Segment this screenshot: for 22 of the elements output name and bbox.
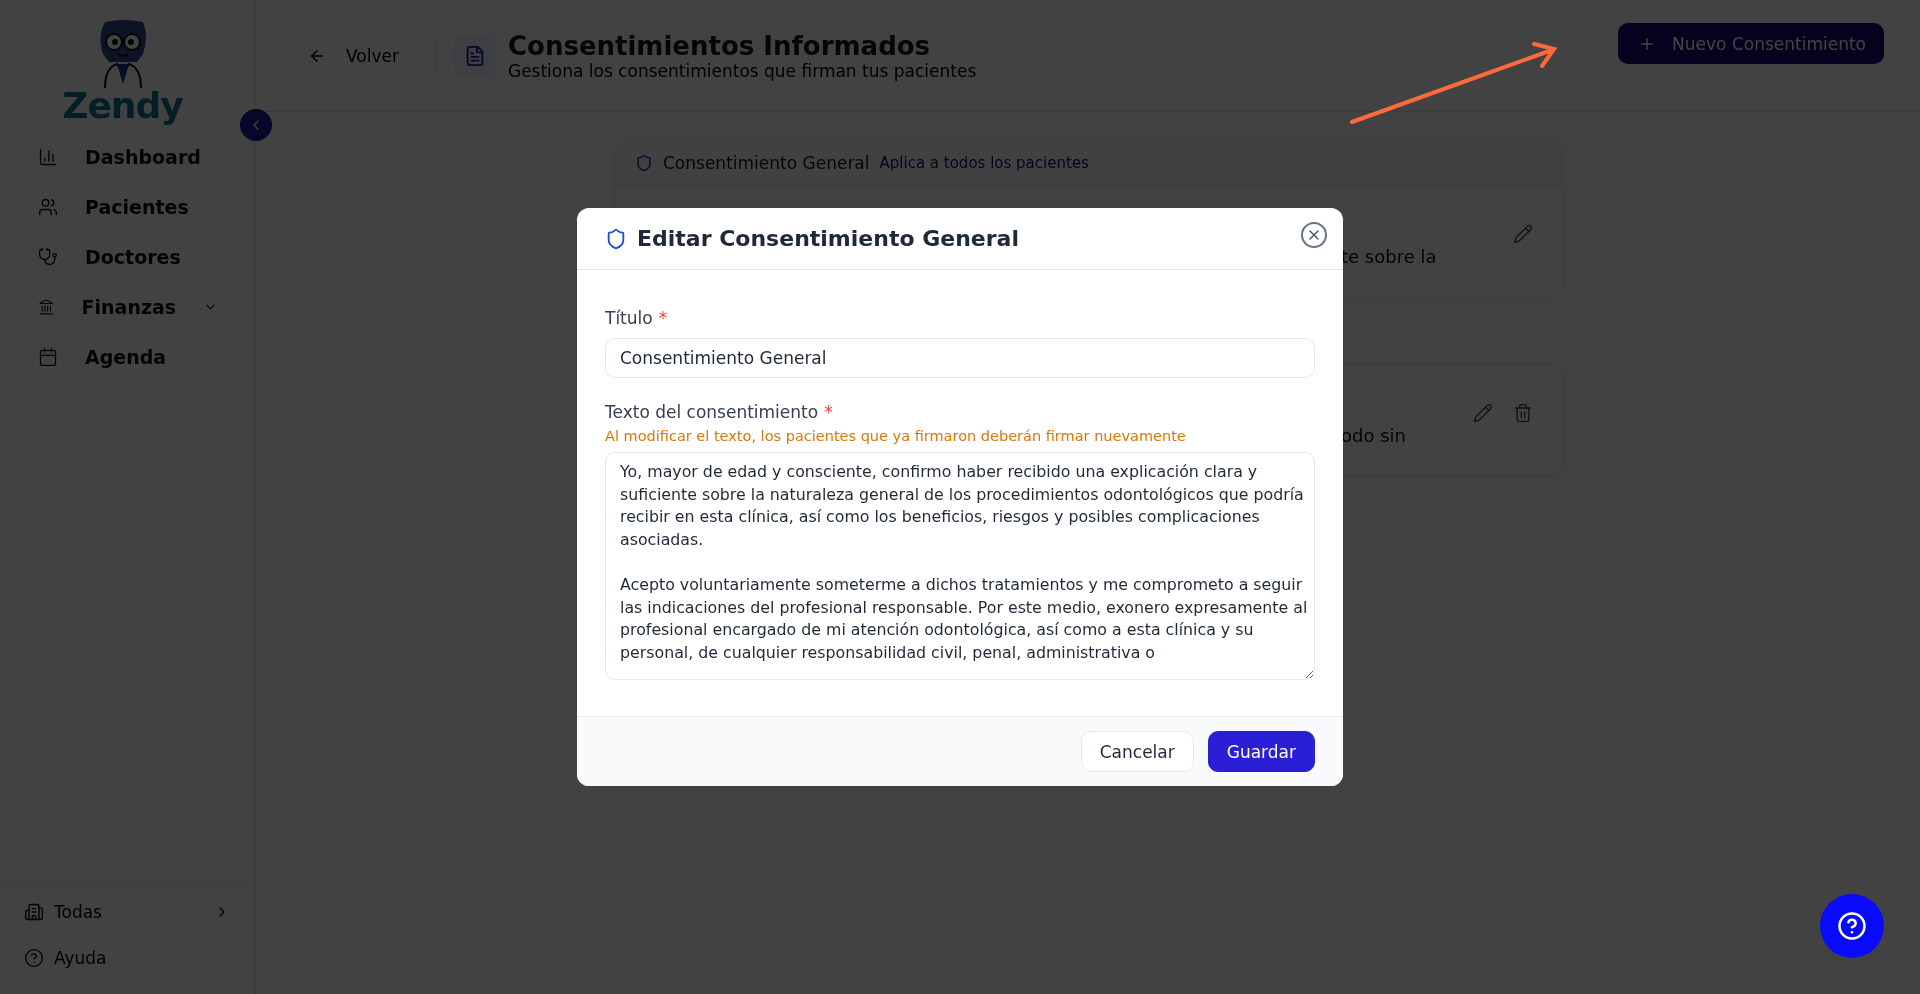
shield-icon	[605, 227, 627, 250]
required-mark: *	[658, 308, 668, 328]
card-text: odo sin	[1341, 424, 1407, 446]
required-mark: *	[824, 402, 833, 422]
field-hint: Al modificar el texto, los pacientes que ya firmaron deberán firmar nuevamente	[605, 428, 1187, 444]
back-label: Volver	[346, 45, 399, 66]
field-label: Título	[605, 308, 653, 328]
textarea-field[interactable]: Yo, mayor de edad y consciente, confirmo haber recibido una explicación clara y suficiente sobre la naturaleza general de los procedimientos odontológicos que podría recibir en esta clínica, así como los beneficios, riesgos y posibles complicaciones asociadas. Acepto voluntariamente someterme a dichos tratamientos y me comprometo a seguir las indicaciones del profesional responsable. Por este medio, exonero expresamente al profesional encargado de mi atención odontológica, así como a esta clínica y su personal, de cualquier responsabilidad civil, penal, administrativa o	[605, 452, 1315, 680]
card-scope: Aplica a todos los pacientes	[879, 154, 1089, 172]
page-title: Consentimientos Informados	[507, 30, 932, 61]
cancel-button[interactable]: Cancelar	[1080, 731, 1194, 772]
new-consent-label: Nuevo Consentimiento	[1672, 33, 1866, 54]
card-text: te sobre la	[1341, 245, 1438, 267]
field-label: Texto del consentimiento	[605, 402, 819, 422]
help-icon	[1837, 911, 1867, 941]
save-button[interactable]: Guardar	[1207, 731, 1315, 772]
close-button[interactable]	[1301, 222, 1327, 248]
input-field[interactable]: Consentimiento General	[605, 338, 1315, 378]
card-title: Consentimiento General	[663, 153, 870, 173]
page-subtitle: Gestiona los consentimientos que firman tus pacientes	[507, 60, 978, 81]
dialog-title: Editar Consentimiento General	[637, 226, 1020, 251]
logo-wordmark: Zendy	[62, 88, 183, 124]
